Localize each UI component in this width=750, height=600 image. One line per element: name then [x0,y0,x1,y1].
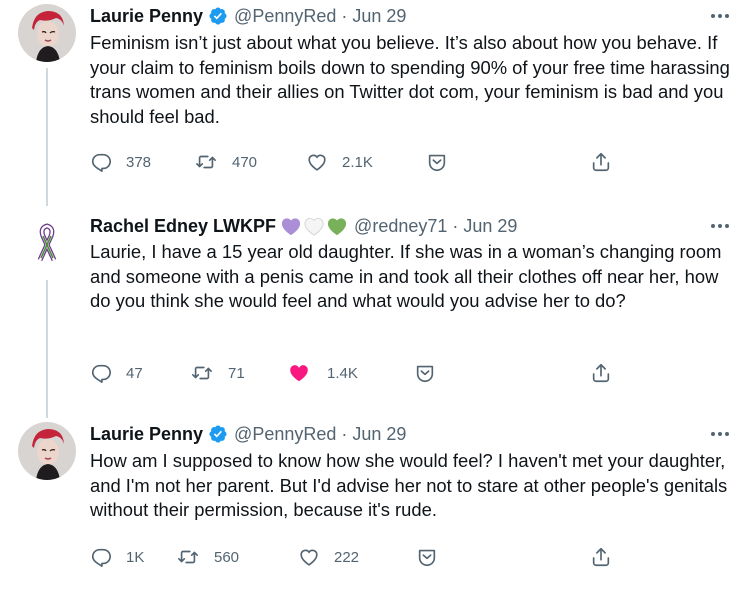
share-icon [592,152,610,172]
tweet-2[interactable]: Rachel Edney LWKPF @redney71 · Jun 29 La… [0,212,750,418]
separator-dot: · [341,423,348,444]
author-name[interactable]: Laurie Penny [90,6,203,27]
tweet-1[interactable]: Laurie Penny @PennyRed · Jun 29 Feminism… [0,0,750,206]
author-handle[interactable]: @redney71 [354,216,447,237]
more-options-icon[interactable] [708,422,732,446]
thread-line [46,68,48,206]
reply-button[interactable]: 378 [90,149,151,175]
tweet-header: Laurie Penny @PennyRed · Jun 29 [90,3,710,29]
tip-jar-icon [416,365,434,383]
retweet-count: 470 [232,153,258,171]
share-icon [592,363,610,383]
separator-dot: · [341,5,348,26]
heart-filled-icon [290,365,308,382]
like-button[interactable]: 2.1K [306,149,373,175]
reply-button[interactable]: 1K [90,544,144,570]
verified-badge-icon [208,6,228,26]
tweet-text: Laurie, I have a 15 year old daughter. I… [90,241,722,311]
retweet-icon [196,155,216,169]
retweet-count: 560 [214,548,240,566]
like-button[interactable]: 222 [298,544,359,570]
retweet-icon [178,550,198,564]
avatar[interactable] [18,214,76,272]
tweet-header: Rachel Edney LWKPF @redney71 · Jun 29 [90,213,710,239]
tip-jar-icon [418,549,436,567]
purple-heart-icon [281,218,301,236]
avatar[interactable] [18,4,76,62]
tweet-text: How am I supposed to know how she would … [90,450,728,520]
tip-jar-icon [428,154,446,172]
retweet-count: 71 [228,364,245,382]
author-handle[interactable]: @PennyRed [234,424,336,445]
like-count: 1.4K [327,364,358,382]
avatar-photo [18,422,76,480]
reply-icon [91,153,111,172]
name-emoji [280,216,348,236]
separator-dot: · [452,215,459,236]
heart-outline-icon [308,154,326,171]
like-count: 2.1K [342,153,373,171]
tweet-text: Feminism isn’t just about what you belie… [90,32,730,127]
retweet-icon [192,366,212,380]
tweet-actions: 47 71 1.4K [90,360,650,386]
more-options-icon[interactable] [708,214,732,238]
thread-line [46,280,48,418]
white-heart-icon [304,218,324,236]
reply-count: 1K [126,548,145,566]
share-button[interactable] [590,149,612,175]
like-button[interactable]: 1.4K [288,360,358,386]
tip-jar-button[interactable] [426,149,448,175]
share-icon [592,547,610,567]
reply-count: 47 [126,364,143,382]
more-options-icon[interactable] [708,4,732,28]
avatar[interactable] [18,422,76,480]
reply-icon [91,364,111,383]
tweet-actions: 378 470 2.1K [90,149,650,175]
share-button[interactable] [590,360,612,386]
tip-jar-button[interactable] [416,544,438,570]
ribbon-avatar [18,214,76,272]
reply-count: 378 [126,153,152,171]
avatar-photo [18,4,76,62]
retweet-button[interactable]: 71 [190,360,245,386]
green-heart-icon [327,218,347,236]
tweet-actions: 1K 560 222 [90,544,650,570]
reply-icon [91,548,111,567]
like-count: 222 [334,548,360,566]
tweet-header: Laurie Penny @PennyRed · Jun 29 [90,421,710,447]
author-name[interactable]: Laurie Penny [90,424,203,445]
retweet-button[interactable]: 560 [176,544,239,570]
author-name[interactable]: Rachel Edney LWKPF [90,216,276,237]
share-button[interactable] [590,544,612,570]
reply-button[interactable]: 47 [90,360,143,386]
tweet-date[interactable]: Jun 29 [352,424,406,445]
tweet-date[interactable]: Jun 29 [352,6,406,27]
author-handle[interactable]: @PennyRed [234,6,336,27]
verified-badge-icon [208,424,228,444]
tip-jar-button[interactable] [414,360,436,386]
tweet-3[interactable]: Laurie Penny @PennyRed · Jun 29 How am I… [0,420,750,600]
retweet-button[interactable]: 470 [194,149,257,175]
tweet-date[interactable]: Jun 29 [463,216,517,237]
heart-outline-icon [300,549,318,566]
